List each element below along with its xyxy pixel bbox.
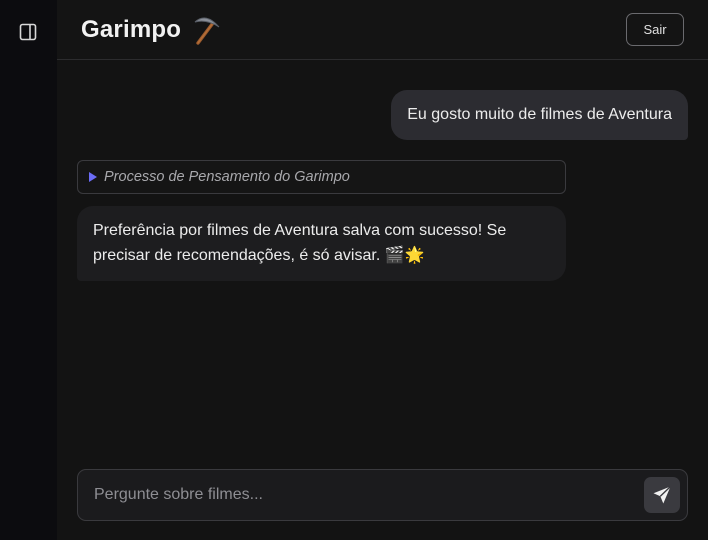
app-window: Garimpo Sair Eu gosto muito de filmes de…	[0, 0, 708, 540]
thinking-label: Processo de Pensamento do Garimpo	[104, 169, 350, 185]
top-header: Garimpo Sair	[57, 0, 708, 60]
logout-button[interactable]: Sair	[626, 13, 684, 46]
send-icon	[653, 485, 671, 504]
chat-composer	[77, 469, 688, 521]
assistant-message: Preferência por filmes de Aventura salva…	[77, 206, 566, 281]
send-button[interactable]	[644, 477, 680, 513]
thinking-process-toggle[interactable]: Processo de Pensamento do Garimpo	[77, 160, 566, 194]
sidebar-toggle-button[interactable]	[17, 21, 39, 43]
chat-input[interactable]	[94, 470, 634, 520]
sidebar-rail	[0, 0, 57, 540]
user-message: Eu gosto muito de filmes de Aventura	[391, 90, 688, 140]
caret-right-icon	[89, 172, 97, 182]
sidebar-panel-icon	[19, 23, 37, 41]
pickaxe-icon	[194, 17, 220, 45]
app-title: Garimpo	[81, 16, 182, 43]
brand: Garimpo	[81, 12, 223, 48]
